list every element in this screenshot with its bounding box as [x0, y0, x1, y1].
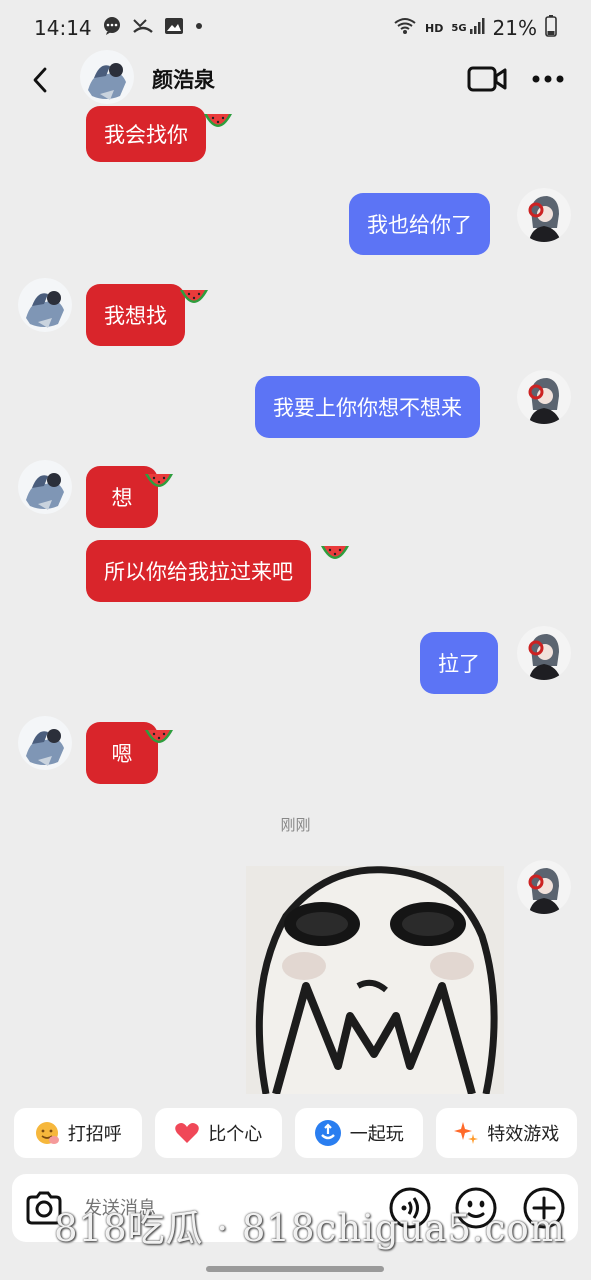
- message-timestamp: 刚刚: [280, 816, 311, 834]
- contact-message-avatar[interactable]: [18, 716, 72, 770]
- video-call-button[interactable]: [466, 62, 508, 96]
- contact-message-avatar[interactable]: [18, 278, 72, 332]
- signal-label: 5G: [451, 22, 467, 34]
- quick-action-heart[interactable]: 比个心: [154, 1108, 283, 1158]
- status-bar: 14:14 HD 5G 21%: [0, 0, 591, 56]
- message-bubble-incoming[interactable]: 所以你给我拉过来吧: [86, 540, 311, 602]
- quick-actions-bar: 打招呼 比个心 一起玩 特效游戏: [14, 1108, 577, 1158]
- message-bubble-outgoing[interactable]: 我也给你了: [349, 193, 490, 255]
- message-text: 想: [111, 486, 133, 510]
- quick-action-label: 打招呼: [67, 1124, 122, 1145]
- chat-header: 颜浩泉: [0, 50, 591, 108]
- sticker-image[interactable]: [246, 866, 504, 1094]
- watermark-text: 818吃瓜 · 818chigua5.com: [54, 1207, 566, 1250]
- message-bubble-incoming[interactable]: 我想找: [86, 284, 185, 346]
- more-options-button[interactable]: [528, 62, 568, 96]
- chevron-left-icon: [33, 67, 47, 93]
- wave-emoji-icon: [35, 1122, 59, 1144]
- message-text: 所以你给我拉过来吧: [104, 560, 293, 584]
- message-bubble-incoming[interactable]: 我会找你: [86, 106, 206, 162]
- message-bubble-outgoing[interactable]: 拉了: [420, 632, 498, 694]
- message-bubble-outgoing[interactable]: 我要上你你想不想来: [255, 376, 480, 438]
- quick-action-label: 特效游戏: [487, 1124, 560, 1145]
- message-text: 我想找: [104, 304, 167, 328]
- message-text: 我也给你了: [367, 213, 472, 237]
- quick-action-play[interactable]: 一起玩: [295, 1108, 423, 1158]
- watermelon-icon: [145, 474, 173, 487]
- battery-percent: 21%: [492, 16, 537, 40]
- play-together-icon: [314, 1120, 341, 1146]
- contact-name: 颜浩泉: [152, 68, 215, 92]
- network-type-label: HD: [425, 21, 444, 35]
- contact-avatar[interactable]: [80, 50, 134, 104]
- sparkle-icon: [454, 1122, 479, 1144]
- my-avatar[interactable]: [517, 860, 571, 914]
- watermelon-icon: [204, 114, 232, 127]
- more-dots-icon: [532, 75, 564, 83]
- message-text: 我要上你你想不想来: [273, 396, 462, 420]
- video-camera-icon: [467, 66, 507, 92]
- back-button[interactable]: [22, 62, 58, 98]
- missed-call-icon: [132, 16, 154, 41]
- quick-action-label: 比个心: [208, 1124, 263, 1145]
- watermelon-icon: [145, 730, 173, 743]
- wifi-icon: [393, 16, 417, 41]
- quick-action-effects-game[interactable]: 特效游戏: [435, 1108, 577, 1158]
- signal-bars-icon: [469, 16, 485, 41]
- notification-dot-icon: [194, 16, 204, 41]
- quick-action-label: 一起玩: [349, 1124, 404, 1145]
- quick-action-greet[interactable]: 打招呼: [14, 1108, 142, 1158]
- message-text: 我会找你: [104, 123, 188, 147]
- my-avatar[interactable]: [517, 370, 571, 424]
- heart-icon: [175, 1123, 200, 1143]
- watermelon-icon: [180, 290, 208, 303]
- battery-icon: [545, 14, 557, 42]
- message-text: 嗯: [111, 742, 133, 766]
- status-time: 14:14: [34, 16, 92, 40]
- my-avatar[interactable]: [517, 188, 571, 242]
- gallery-icon: [164, 16, 184, 41]
- watermelon-icon: [321, 546, 349, 559]
- message-text: 拉了: [438, 652, 480, 676]
- my-avatar[interactable]: [517, 626, 571, 680]
- home-indicator[interactable]: [206, 1266, 384, 1272]
- chat-bubble-icon: [102, 16, 122, 41]
- contact-message-avatar[interactable]: [18, 460, 72, 514]
